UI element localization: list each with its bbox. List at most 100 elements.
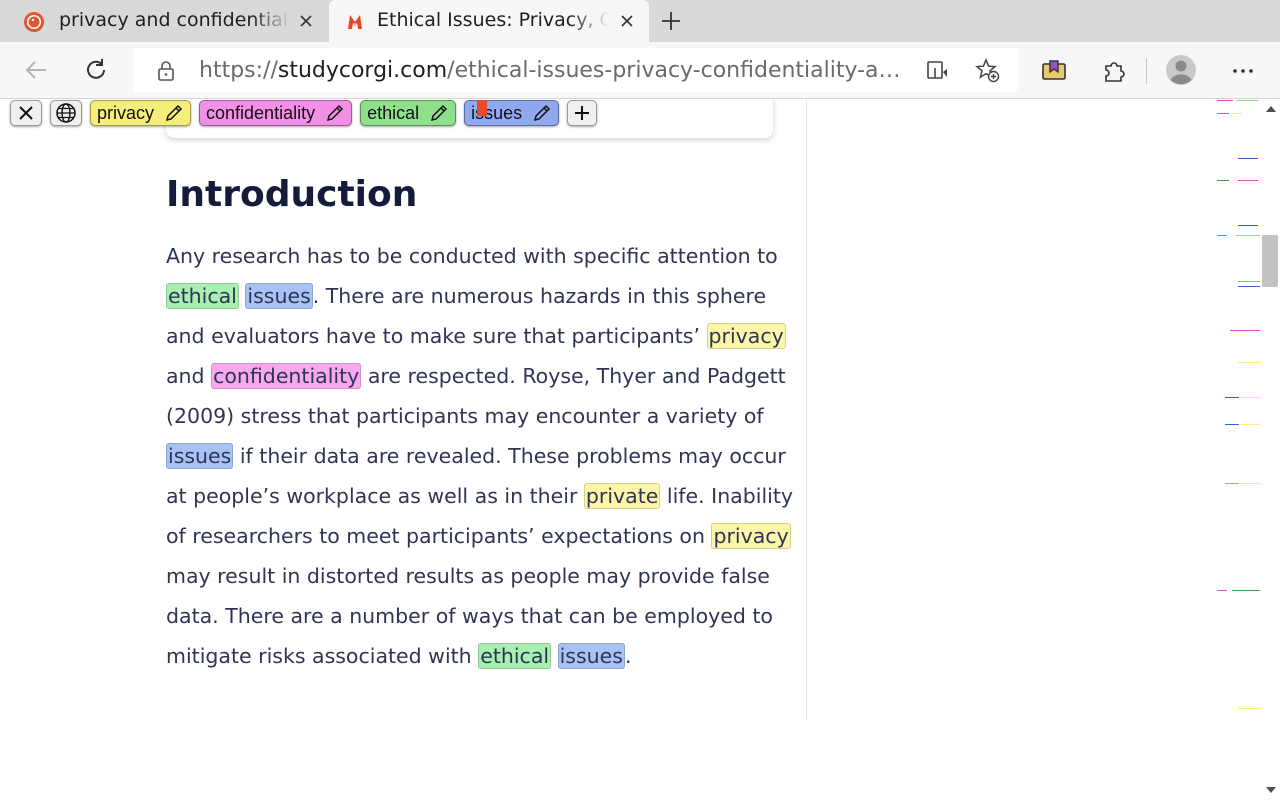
- tab-search[interactable]: privacy and confidentiality: [0, 0, 328, 42]
- keyword-tag-ethical[interactable]: ethical: [360, 100, 457, 126]
- minimap-mark: [1238, 281, 1260, 282]
- scroll-down-arrow-icon[interactable]: [1265, 785, 1277, 795]
- minimap-mark: [1238, 180, 1258, 181]
- minimap-mark: [1240, 397, 1260, 398]
- profile-icon[interactable]: [1166, 55, 1196, 85]
- page-flag-mark: [477, 100, 487, 116]
- text-run: Any research has to be conducted with sp…: [166, 244, 778, 268]
- paragraph-line: at people’s workplace as well as in thei…: [166, 476, 793, 516]
- new-tab-icon[interactable]: [660, 10, 682, 32]
- close-icon[interactable]: [619, 13, 635, 29]
- scroll-up-arrow-icon[interactable]: [1265, 104, 1277, 114]
- highlight-privacy: privacy: [706, 323, 786, 349]
- minimap-mark: [1217, 180, 1229, 181]
- text-run: and: [166, 364, 212, 388]
- url-scheme: https://: [199, 58, 278, 83]
- keyword-label: ethical: [367, 102, 420, 123]
- paragraph-line: (2009) stress that participants may enco…: [166, 396, 786, 436]
- article-paragraph: Any research has to be conducted with sp…: [166, 236, 793, 676]
- keyword-label: privacy: [97, 102, 155, 123]
- text-run: are respected. Royse, Thyer and Padgett: [361, 364, 786, 388]
- minimap-mark: [1232, 113, 1242, 114]
- url-host: studycorgi.com: [277, 58, 448, 83]
- minimap-mark: [1230, 330, 1260, 331]
- puzzle-icon[interactable]: [1101, 58, 1127, 84]
- lock-icon[interactable]: [157, 61, 175, 81]
- add-keyword-button[interactable]: [567, 100, 598, 126]
- minimap-mark: [1217, 590, 1227, 591]
- text-run: if their data are revealed. These proble…: [233, 444, 786, 468]
- minimap-mark: [1240, 424, 1260, 425]
- minimap-mark: [1236, 235, 1260, 236]
- toolbar-divider: [1146, 58, 1147, 84]
- keyword-tag-confidentiality[interactable]: confidentiality: [199, 100, 353, 126]
- duckduckgo-icon: [24, 12, 44, 32]
- close-icon: [19, 106, 33, 120]
- scrollbar-track[interactable]: [1262, 100, 1280, 800]
- close-icon[interactable]: [298, 13, 314, 29]
- reload-icon[interactable]: [83, 57, 109, 83]
- paragraph-line: of researchers to meet participants’ exp…: [166, 516, 791, 556]
- text-run: and evaluators have to make sure that pa…: [166, 324, 707, 348]
- text-run: . There are numerous hazards in this sph…: [312, 284, 767, 308]
- tab-strip: privacy and confidentiality Ethical Issu…: [0, 0, 1280, 42]
- back-arrow-icon[interactable]: [24, 57, 50, 83]
- paragraph-line: data. There are a number of ways that ca…: [166, 596, 786, 636]
- highlight-issues: issues: [557, 643, 625, 669]
- text-run: .: [624, 644, 632, 668]
- minimap-mark: [1217, 113, 1229, 114]
- text-run: mitigate risks associated with: [166, 644, 479, 668]
- more-menu-icon[interactable]: [1230, 58, 1256, 84]
- pencil-icon[interactable]: [164, 103, 184, 123]
- keyword-highlighter-bar: privacy confidentiality ethical issues: [10, 100, 605, 126]
- keyword-tag-privacy[interactable]: privacy: [90, 100, 192, 126]
- plus-icon: [575, 106, 590, 120]
- minimap-mark: [1240, 483, 1260, 484]
- minimap-mark: [1236, 100, 1258, 101]
- page-content: privacy confidentiality ethical issues I…: [0, 100, 1262, 800]
- minimap-mark: [1238, 286, 1260, 287]
- globe-icon: [56, 103, 76, 123]
- highlight-ethical: ethical: [478, 643, 552, 669]
- minimap-mark: [1238, 225, 1258, 226]
- paragraph-line: ethical issues. There are numerous hazar…: [166, 276, 786, 316]
- pencil-icon[interactable]: [532, 103, 552, 123]
- pencil-icon[interactable]: [429, 103, 449, 123]
- minimap-mark: [1225, 483, 1239, 484]
- paragraph-line: issues if their data are revealed. These…: [166, 436, 786, 476]
- minimap-mark: [1238, 362, 1260, 363]
- collections-icon[interactable]: [1041, 58, 1067, 84]
- paragraph-line: and evaluators have to make sure that pa…: [166, 316, 786, 356]
- minimap-mark: [1217, 100, 1233, 101]
- highlight-privacy: privacy: [711, 523, 791, 549]
- section-heading: Introduction: [166, 174, 418, 215]
- global-toggle-button[interactable]: [50, 100, 82, 126]
- add-favorite-icon[interactable]: [974, 57, 1000, 83]
- text-run: [551, 644, 558, 668]
- column-divider: [806, 100, 807, 720]
- tab-title: Ethical Issues: Privacy, Confidentiality: [377, 9, 609, 31]
- pencil-icon[interactable]: [325, 103, 345, 123]
- minimap-mark: [1217, 235, 1227, 236]
- minimap-mark: [1232, 590, 1260, 591]
- tab-active[interactable]: Ethical Issues: Privacy, Confidentiality: [329, 0, 649, 42]
- highlight-issues: issues: [166, 443, 234, 469]
- minimap-mark: [1225, 424, 1239, 425]
- paragraph-line: may result in distorted results as peopl…: [166, 556, 786, 596]
- text-run: (2009) stress that participants may enco…: [166, 404, 764, 428]
- read-aloud-icon[interactable]: [926, 57, 952, 83]
- url-text[interactable]: https://studycorgi.com/ethical-issues-pr…: [199, 58, 911, 83]
- paragraph-line: and confidentiality are respected. Royse…: [166, 356, 786, 396]
- highlight-privacy: private: [583, 483, 661, 509]
- text-run: may result in distorted results as peopl…: [166, 564, 770, 588]
- address-bar[interactable]: https://studycorgi.com/ethical-issues-pr…: [133, 48, 1018, 92]
- text-run: data. There are a number of ways that ca…: [166, 604, 773, 628]
- studycorgi-icon: [348, 15, 362, 29]
- highlight-issues: issues: [245, 283, 313, 309]
- highlight-confidentiality: confidentiality: [211, 363, 362, 389]
- scrollbar-thumb[interactable]: [1262, 235, 1278, 287]
- text-run: of researchers to meet participants’ exp…: [166, 524, 712, 548]
- minimap-mark: [1238, 708, 1260, 709]
- close-highlighter-button[interactable]: [10, 100, 42, 126]
- keyword-label: confidentiality: [206, 102, 316, 123]
